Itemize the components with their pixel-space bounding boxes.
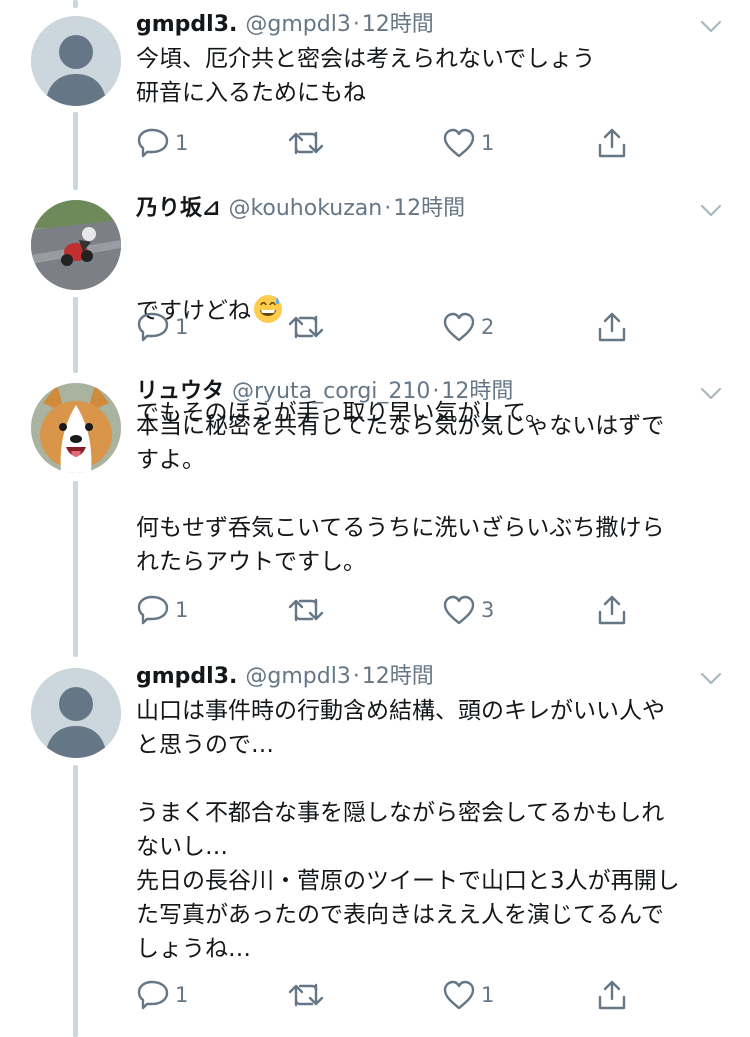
like-icon [443,312,475,342]
tweet-header: gmpdl3. @gmpdl3·12時間 [136,660,690,694]
tweet[interactable]: リュウタ @ryuta_corgi_210·12時間 本当に秘密を共有してたなら気… [0,375,750,645]
reply-icon [137,980,169,1010]
share-icon [598,595,626,625]
like-icon [443,595,475,625]
reply-button[interactable]: 1 [137,590,188,630]
tweet-actions: 1 2 [0,307,750,347]
thread-line [73,0,78,8]
reply-count: 1 [175,983,189,1007]
reply-button[interactable]: 1 [137,123,188,163]
tweet-actions: 1 1 [0,123,750,163]
like-button[interactable]: 3 [443,590,494,630]
timestamp[interactable]: 12時間 [362,12,434,37]
tweet-header: gmpdl3. @gmpdl3·12時間 [136,8,690,42]
avatar-photo-corgi [31,383,121,473]
tweet-text: 山口は事件時の行動含め結構、頭のキレがいい人や と思うので… うまく不都合な事を… [136,698,680,962]
conversation-timeline: gmpdl3. @gmpdl3·12時間 今頃、厄介共と密会は考えられないでしょう… [0,0,750,1037]
user-handle[interactable]: @ryuta_corgi_210 [232,379,430,404]
avatar-photo-motorcycle [31,200,121,290]
avatar[interactable] [31,16,121,106]
tweet-text: 今頃、厄介共と密会は考えられないでしょう 研音に入るためにもね [136,42,716,110]
share-icon [598,312,626,342]
separator-dot: · [384,196,392,221]
separator-dot: · [432,379,440,404]
tweet-header: リュウタ @ryuta_corgi_210·12時間 [136,375,690,409]
tweet-text-line: 研音に入るためにもね [136,80,366,106]
user-handle[interactable]: @gmpdl3 [245,664,350,689]
avatar[interactable] [31,383,121,473]
like-icon [443,980,475,1010]
default-avatar-icon [31,16,121,106]
like-count: 2 [481,315,495,339]
reply-count: 1 [175,315,189,339]
avatar[interactable] [31,668,121,758]
chevron-down-icon[interactable] [700,20,722,34]
retweet-icon [288,983,324,1007]
share-button[interactable] [596,590,628,630]
share-button[interactable] [596,307,628,347]
retweet-icon [288,131,324,155]
like-button[interactable]: 1 [443,123,494,163]
chevron-down-icon[interactable] [700,672,722,686]
like-count: 1 [481,983,495,1007]
avatar[interactable] [31,200,121,290]
user-handle[interactable]: @gmpdl3 [245,12,350,37]
like-button[interactable]: 1 [443,975,494,1015]
share-icon [598,128,626,158]
like-button[interactable]: 2 [443,307,494,347]
separator-dot: · [352,664,360,689]
retweet-button[interactable] [288,307,330,347]
reply-icon [137,312,169,342]
like-count: 1 [481,131,495,155]
retweet-icon [288,315,324,339]
tweet-actions: 1 1 [0,975,750,1015]
tweet-text-line: 今頃、厄介共と密会は考えられないでしょう [136,46,596,72]
reply-count: 1 [175,598,189,622]
tweet-header: 乃り坂⊿ @kouhokuzan·12時間 [136,192,690,226]
share-button[interactable] [596,975,628,1015]
retweet-icon [288,598,324,622]
like-icon [443,128,475,158]
display-name[interactable]: リュウタ [136,379,224,404]
tweet[interactable]: gmpdl3. @gmpdl3·12時間 今頃、厄介共と密会は考えられないでしょう… [0,8,750,178]
timestamp[interactable]: 12時間 [441,379,513,404]
reply-icon [137,128,169,158]
chevron-down-icon[interactable] [700,204,722,218]
default-avatar-icon [31,668,121,758]
retweet-button[interactable] [288,123,330,163]
retweet-button[interactable] [288,975,330,1015]
chevron-down-icon[interactable] [700,387,722,401]
reply-button[interactable]: 1 [137,307,188,347]
display-name[interactable]: 乃り坂⊿ [136,196,220,221]
share-icon [598,980,626,1010]
retweet-button[interactable] [288,590,330,630]
reply-count: 1 [175,131,189,155]
user-handle[interactable]: @kouhokuzan [228,196,382,221]
timestamp[interactable]: 12時間 [393,196,465,221]
separator-dot: · [352,12,360,37]
tweet-actions: 1 3 [0,590,750,630]
tweet[interactable]: gmpdl3. @gmpdl3·12時間 山口は事件時の行動含め結構、頭のキレがい… [0,660,750,1037]
display-name[interactable]: gmpdl3. [136,664,237,689]
display-name[interactable]: gmpdl3. [136,12,237,37]
share-button[interactable] [596,123,628,163]
tweet[interactable]: 乃り坂⊿ @kouhokuzan·12時間 ですけどね でもそのほうが手っ取り早い… [0,192,750,426]
tweet-text: 本当に秘密を共有してたなら気が気じゃないはずで すよ。 何もせず呑気こいてるうち… [136,413,665,575]
reply-button[interactable]: 1 [137,975,188,1015]
timestamp[interactable]: 12時間 [362,664,434,689]
like-count: 3 [481,598,495,622]
reply-icon [137,595,169,625]
